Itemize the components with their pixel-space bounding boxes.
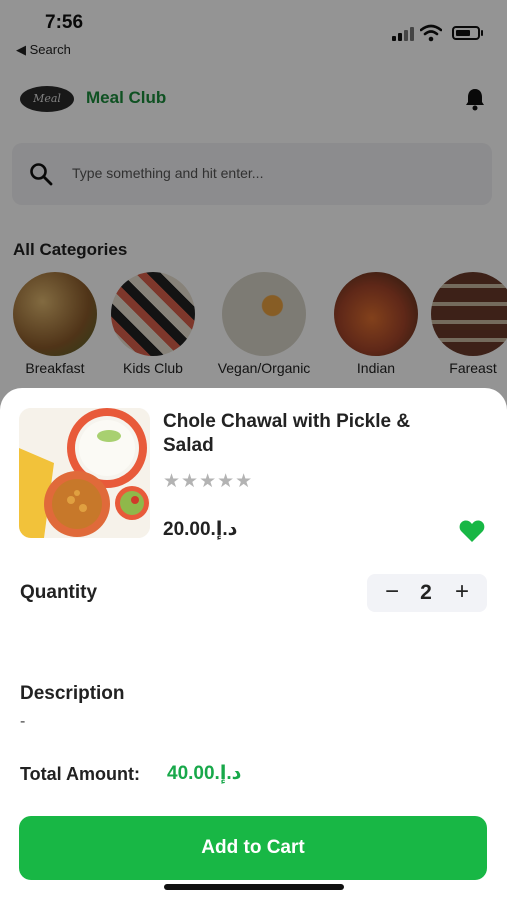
- description-label: Description: [20, 683, 125, 704]
- chole-chawal-image: [19, 408, 150, 538]
- product-image: [19, 408, 150, 538]
- quantity-label: Quantity: [20, 582, 98, 603]
- home-indicator[interactable]: [164, 884, 344, 890]
- quantity-value: 2: [420, 581, 432, 604]
- increase-quantity-button[interactable]: +: [445, 574, 479, 612]
- total-amount-label: Total Amount:: [20, 764, 140, 784]
- star-rating: ★★★★★: [163, 471, 254, 492]
- product-bottom-sheet: Chole Chawal with Pickle & Salad ★★★★★ 2…: [0, 388, 507, 900]
- favorite-heart-icon[interactable]: [458, 518, 486, 544]
- total-amount-value: 40.00.د.إ: [167, 763, 242, 784]
- product-title: Chole Chawal with Pickle & Salad: [163, 411, 411, 456]
- quantity-stepper: − 2 +: [367, 574, 487, 612]
- add-to-cart-button[interactable]: Add to Cart: [19, 816, 487, 880]
- decrease-quantity-button[interactable]: −: [375, 574, 409, 612]
- description-text: -: [20, 713, 26, 730]
- product-price: 20.00.د.إ: [163, 519, 238, 540]
